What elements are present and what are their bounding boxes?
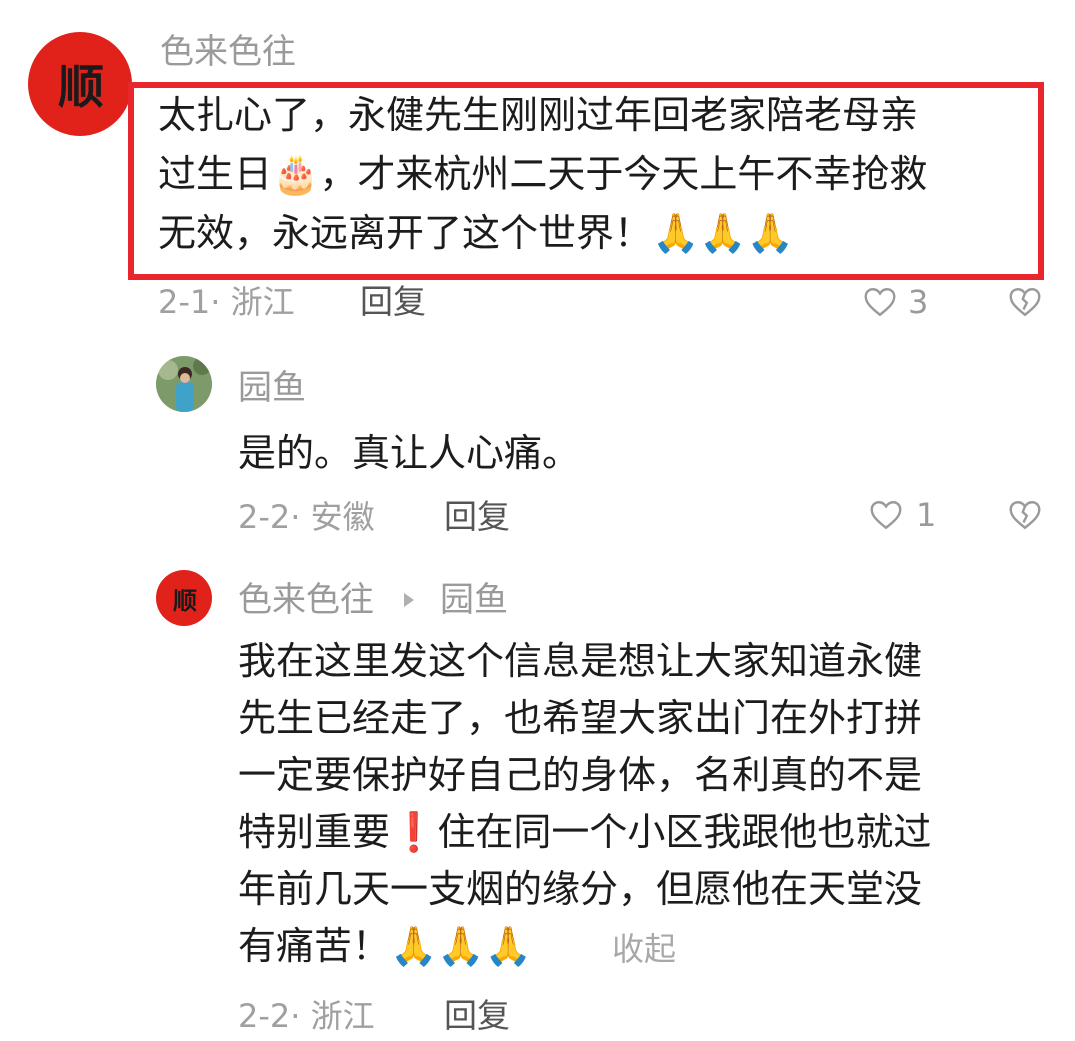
avatar-text: 顺: [58, 60, 104, 114]
like-button[interactable]: 3: [862, 282, 942, 322]
comment-date-location: 2-2· 安徽: [238, 498, 375, 536]
heart-outline-icon: [864, 288, 896, 317]
reply-button[interactable]: 回复: [444, 996, 510, 1036]
comment-username[interactable]: 色来色往: [160, 32, 296, 72]
avatar[interactable]: [156, 356, 212, 412]
comment-line: 无效，永远离开了这个世界！🙏🙏🙏: [158, 211, 794, 255]
comment-line: 有痛苦！🙏🙏🙏: [238, 924, 532, 968]
avatar[interactable]: 顺: [28, 32, 132, 136]
comment-date-location: 2-1· 浙江: [158, 283, 295, 321]
comment-line: 是的。真让人心痛。: [238, 431, 581, 475]
like-button[interactable]: 1: [868, 495, 948, 535]
broken-heart-icon[interactable]: [1007, 284, 1043, 320]
heart-outline-icon: [870, 501, 902, 530]
comment-line: 太扎心了，永健先生刚刚过年回老家陪老母亲: [158, 93, 919, 137]
avatar-text: 顺: [173, 585, 197, 615]
avatar-photo: [156, 356, 212, 412]
reply-to-username[interactable]: 园鱼: [440, 580, 508, 620]
comment-line: 我在这里发这个信息是想让大家知道永健: [238, 639, 923, 683]
like-count: 3: [908, 283, 929, 321]
like-count: 1: [916, 496, 937, 534]
comment-line: 特别重要❗住在同一个小区我跟他也就过: [238, 810, 932, 854]
reply-button[interactable]: 回复: [444, 497, 510, 537]
broken-heart-icon[interactable]: [1007, 497, 1043, 533]
reply-button[interactable]: 回复: [360, 282, 426, 322]
avatar[interactable]: 顺: [156, 570, 212, 626]
comment-line: 年前几天一支烟的缘分，但愿他在天堂没: [238, 867, 923, 911]
reply-arrow-icon: [404, 593, 414, 607]
comment-username[interactable]: 园鱼: [238, 368, 306, 408]
comment-line: 先生已经走了，也希望大家出门在外打拼: [238, 696, 923, 740]
comment-username[interactable]: 色来色往: [238, 580, 374, 620]
comment-date-location: 2-2· 浙江: [238, 997, 375, 1035]
comment-line: 过生日🎂，才来杭州二天于今天上午不幸抢救: [158, 152, 928, 196]
comment-line: 一定要保护好自己的身体，名利真的不是: [238, 753, 923, 797]
collapse-button[interactable]: 收起: [612, 924, 676, 970]
